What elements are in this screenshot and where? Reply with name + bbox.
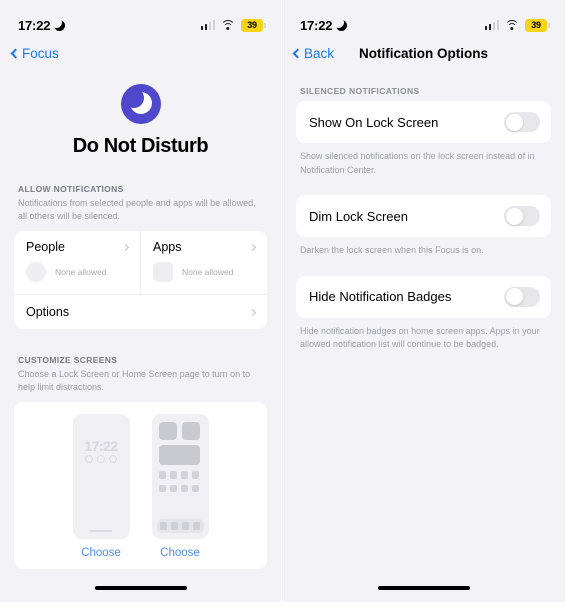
wide-widget-icon	[158, 445, 200, 466]
wifi-icon	[221, 19, 235, 31]
cellular-bars-icon	[200, 20, 215, 30]
allow-split: People None allowed Apps None allowed	[14, 231, 267, 295]
moon-icon	[120, 84, 161, 124]
home-screen-preview[interactable]	[151, 414, 209, 540]
apps-title: Apps	[153, 240, 182, 255]
lock-screen-preview[interactable]: 17:22	[72, 414, 130, 540]
home-preview-icon-row	[158, 484, 202, 493]
people-header: People	[14, 231, 140, 262]
right-status-bar: 17:22 39	[282, 0, 565, 38]
customize-section-header: CUSTOMIZE SCREENS	[18, 355, 118, 366]
option-group-dim-lock-screen: Dim Lock Screen Darken the lock screen w…	[296, 195, 551, 258]
status-right: 39	[484, 18, 550, 32]
left-nav-bar: Focus	[0, 38, 281, 68]
page-title: Do Not Disturb	[72, 135, 209, 157]
status-left: 17:22	[300, 16, 348, 33]
show-on-lock-screen-label: Show On Lock Screen	[309, 114, 439, 130]
back-button-focus[interactable]: Focus	[10, 45, 59, 61]
show-on-lock-screen-note: Show silenced notifications on the lock …	[300, 151, 535, 175]
widget-icon	[158, 422, 177, 441]
lock-screen-preview-column: 17:22 Choose	[72, 414, 130, 559]
home-preview-widget-row	[158, 422, 202, 441]
left-content: Do Not Disturb ALLOW NOTIFICATIONS Notif…	[0, 68, 281, 570]
option-group-hide-notification-badges: Hide Notification Badges Hide notificati…	[296, 275, 551, 352]
battery-badge: 39	[525, 18, 550, 32]
apps-value: None allowed	[182, 267, 234, 278]
lock-preview-time: 17:22	[84, 438, 118, 455]
chevron-left-icon	[10, 48, 21, 58]
show-on-lock-screen-toggle[interactable]	[504, 112, 540, 132]
people-avatar-placeholder-icon	[26, 262, 46, 283]
options-label: Options	[26, 305, 70, 320]
chevron-right-icon	[121, 243, 130, 251]
people-body: None allowed	[14, 262, 140, 294]
customize-screens-section: CUSTOMIZE SCREENS Choose a Lock Screen o…	[14, 355, 267, 570]
chevron-left-icon	[292, 48, 303, 58]
footer-strip	[0, 602, 565, 613]
home-preview-dock	[156, 518, 204, 534]
back-button-label: Back	[304, 45, 335, 61]
hide-notification-badges-note: Hide notification badges on home screen …	[300, 325, 540, 350]
allow-card: People None allowed Apps None allowed Op…	[14, 231, 267, 330]
back-button-label: Focus	[22, 45, 59, 61]
hide-notification-badges-row[interactable]: Hide Notification Badges	[296, 275, 551, 318]
crescent-moon-icon	[51, 16, 66, 31]
apps-body: None allowed	[141, 262, 267, 294]
lock-preview-widgets-icon	[73, 455, 130, 464]
apps-header: Apps	[141, 231, 267, 262]
home-indicator	[94, 585, 187, 590]
focus-hero: Do Not Disturb	[14, 68, 267, 158]
wifi-icon	[505, 19, 519, 31]
widget-icon	[181, 422, 200, 441]
customize-section-note: Choose a Lock Screen or Home Screen page…	[18, 369, 251, 393]
home-preview-content	[152, 414, 209, 493]
hide-notification-badges-label: Hide Notification Badges	[309, 289, 452, 304]
lock-preview-home-indicator	[90, 530, 112, 533]
apps-cell[interactable]: Apps None allowed	[140, 231, 267, 295]
screenshot-root: 17:22 39 Focus Do Not Disturb ALLOW NOTI…	[0, 0, 565, 613]
screen-previews: 17:22 Choose Choose	[24, 414, 257, 559]
app-icon-placeholder-icon	[153, 262, 173, 283]
screens-card: 17:22 Choose Choose	[14, 402, 267, 570]
home-indicator	[377, 585, 470, 590]
left-phone-screen: 17:22 39 Focus Do Not Disturb ALLOW NOTI…	[0, 0, 282, 602]
right-nav-bar: Back Notification Options	[282, 38, 565, 68]
lock-screen-choose-link[interactable]: Choose	[81, 547, 121, 559]
status-time: 17:22	[18, 17, 51, 33]
allow-section-note: Notifications from selected people and a…	[18, 198, 256, 222]
status-time: 17:22	[300, 17, 333, 33]
dim-lock-screen-label: Dim Lock Screen	[309, 208, 408, 224]
battery-badge: 39	[241, 18, 266, 32]
status-right: 39	[200, 18, 266, 32]
people-cell[interactable]: People None allowed	[14, 231, 140, 294]
right-content: SILENCED NOTIFICATIONS Show On Lock Scre…	[282, 86, 565, 352]
options-row[interactable]: Options	[14, 294, 267, 329]
allow-section-header: ALLOW NOTIFICATIONS	[18, 184, 124, 194]
left-status-bar: 17:22 39	[0, 0, 281, 38]
chevron-right-icon	[248, 308, 257, 316]
back-button[interactable]: Back	[292, 45, 335, 61]
crescent-moon-icon	[333, 16, 348, 31]
home-screen-preview-column: Choose	[151, 414, 209, 559]
home-preview-icon-row	[158, 471, 202, 479]
people-title: People	[26, 240, 65, 255]
allow-notifications-section: ALLOW NOTIFICATIONS Notifications from s…	[14, 184, 267, 330]
right-phone-screen: 17:22 39 Back Notification Options SILEN…	[282, 0, 565, 602]
silenced-section-header: SILENCED NOTIFICATIONS	[300, 86, 420, 96]
chevron-right-icon	[248, 243, 257, 251]
option-group-show-on-lock-screen: Show On Lock Screen Show silenced notifi…	[296, 101, 551, 177]
hide-notification-badges-toggle[interactable]	[504, 286, 540, 307]
dim-lock-screen-row[interactable]: Dim Lock Screen	[296, 195, 551, 237]
status-left: 17:22	[18, 16, 66, 33]
dim-lock-screen-toggle[interactable]	[504, 206, 540, 226]
dim-lock-screen-note: Darken the lock screen when this Focus i…	[300, 245, 484, 255]
show-on-lock-screen-row[interactable]: Show On Lock Screen	[296, 101, 551, 143]
people-value: None allowed	[55, 267, 107, 278]
cellular-bars-icon	[484, 20, 499, 30]
home-screen-choose-link[interactable]: Choose	[160, 547, 200, 559]
